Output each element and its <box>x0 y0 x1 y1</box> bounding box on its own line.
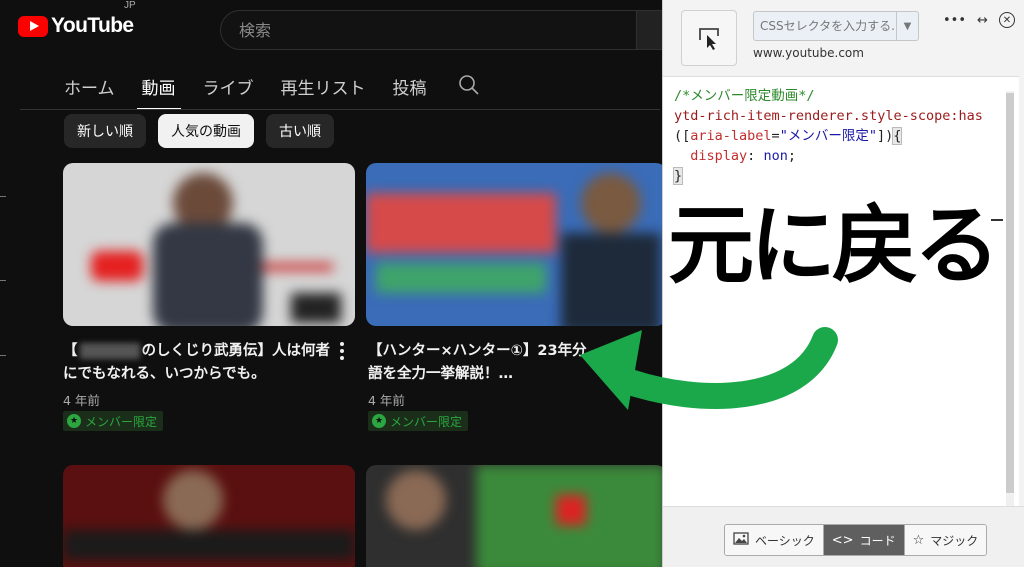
overlay-caption: 元に戻る <box>668 196 1000 296</box>
video-thumbnail[interactable] <box>63 465 355 567</box>
code-value: non <box>763 148 788 164</box>
mode-magic-button[interactable]: ☆ マジック <box>904 525 987 555</box>
code-property: display <box>690 148 748 164</box>
tab-live[interactable]: ライブ <box>203 66 254 110</box>
scrollbar-thumb[interactable] <box>1006 93 1014 493</box>
youtube-logo[interactable]: YouTube <box>18 14 134 38</box>
chip-oldest[interactable]: 古い順 <box>266 114 334 148</box>
css-selector-input[interactable] <box>754 19 896 33</box>
video-thumbnail[interactable] <box>366 465 662 567</box>
video-title[interactable]: 【のしくじり武勇伝】人は何者にでもなれる、いつからでも。 <box>63 340 333 386</box>
tab-home[interactable]: ホーム <box>64 66 115 110</box>
editor-scrollbar[interactable] <box>1006 91 1014 506</box>
code-brace-open: { <box>892 127 903 145</box>
code-semicolon: ; <box>787 148 796 164</box>
code-paren-open: ([ <box>674 128 691 144</box>
code-paren-close: ]) <box>876 128 894 144</box>
censored-name <box>79 343 140 359</box>
chip-popular[interactable]: 人気の動画 <box>158 114 254 148</box>
sort-chips: 新しい順 人気の動画 古い順 <box>64 114 346 148</box>
element-picker-button[interactable] <box>681 10 737 66</box>
tab-posts[interactable]: 投稿 <box>393 66 427 110</box>
more-options-icon[interactable] <box>338 342 346 362</box>
video-age: 4 年前 <box>63 393 100 408</box>
more-icon[interactable]: ••• <box>943 13 966 28</box>
code-content[interactable]: /*メンバー限定動画*/ ytd-rich-item-renderer.styl… <box>663 77 1019 186</box>
members-only-badge: ★ メンバー限定 <box>368 411 469 431</box>
code-attr: aria-label <box>690 128 772 144</box>
chip-newest[interactable]: 新しい順 <box>64 114 146 148</box>
code-eq: = <box>771 128 780 144</box>
cursor-select-icon <box>699 28 719 50</box>
css-selector-dropdown[interactable]: ▼ <box>753 11 919 41</box>
star-icon: ☆ <box>912 532 925 548</box>
code-attr-value: "メンバー限定" <box>779 128 877 144</box>
tabs-divider <box>20 109 660 110</box>
video-thumbnail[interactable] <box>63 163 355 326</box>
channel-tabs: ホーム 動画 ライブ 再生リスト 投稿 <box>64 66 480 110</box>
region-label: JP <box>124 0 136 11</box>
image-icon <box>733 531 749 549</box>
tab-playlists[interactable]: 再生リスト <box>281 66 366 110</box>
panel-controls: ••• ↔ ✕ <box>943 12 1015 28</box>
search-input[interactable] <box>239 20 639 40</box>
green-arrow-icon <box>580 327 838 410</box>
youtube-play-icon <box>18 15 48 37</box>
video-age: 4 年前 <box>368 393 405 408</box>
code-selector: ytd-rich-item-renderer.style-scope:has <box>674 108 983 124</box>
code-colon: : <box>747 148 764 164</box>
member-star-icon: ★ <box>372 414 386 428</box>
chevron-down-icon[interactable]: ▼ <box>896 12 918 40</box>
member-star-icon: ★ <box>67 414 81 428</box>
mode-footer: ベーシック <> コード ☆ マジック <box>663 506 1024 567</box>
code-brace-close: } <box>672 167 684 185</box>
mode-code-button[interactable]: <> コード <box>823 525 905 555</box>
current-domain: www.youtube.com <box>753 46 864 60</box>
close-icon[interactable]: ✕ <box>998 12 1015 28</box>
code-comment: /*メンバー限定動画*/ <box>674 88 815 104</box>
code-icon: <> <box>831 532 854 548</box>
resize-icon[interactable]: ↔ <box>977 13 988 28</box>
logo-text: YouTube <box>51 14 134 37</box>
search-button[interactable] <box>636 10 662 50</box>
members-only-badge: ★ メンバー限定 <box>63 411 164 431</box>
channel-search-icon[interactable] <box>458 66 480 100</box>
youtube-page: YouTube JP ホーム 動画 ライブ 再生リスト 投稿 新しい順 人気の動… <box>0 0 662 567</box>
search-box[interactable] <box>220 10 640 50</box>
mode-switcher: ベーシック <> コード ☆ マジック <box>724 524 988 556</box>
video-title[interactable]: 【ハンター×ハンター①】23年分 語を全力一挙解説！… <box>368 340 608 386</box>
mode-basic-button[interactable]: ベーシック <box>725 525 824 555</box>
video-thumbnail[interactable] <box>366 163 662 326</box>
tab-videos[interactable]: 動画 <box>136 66 181 110</box>
